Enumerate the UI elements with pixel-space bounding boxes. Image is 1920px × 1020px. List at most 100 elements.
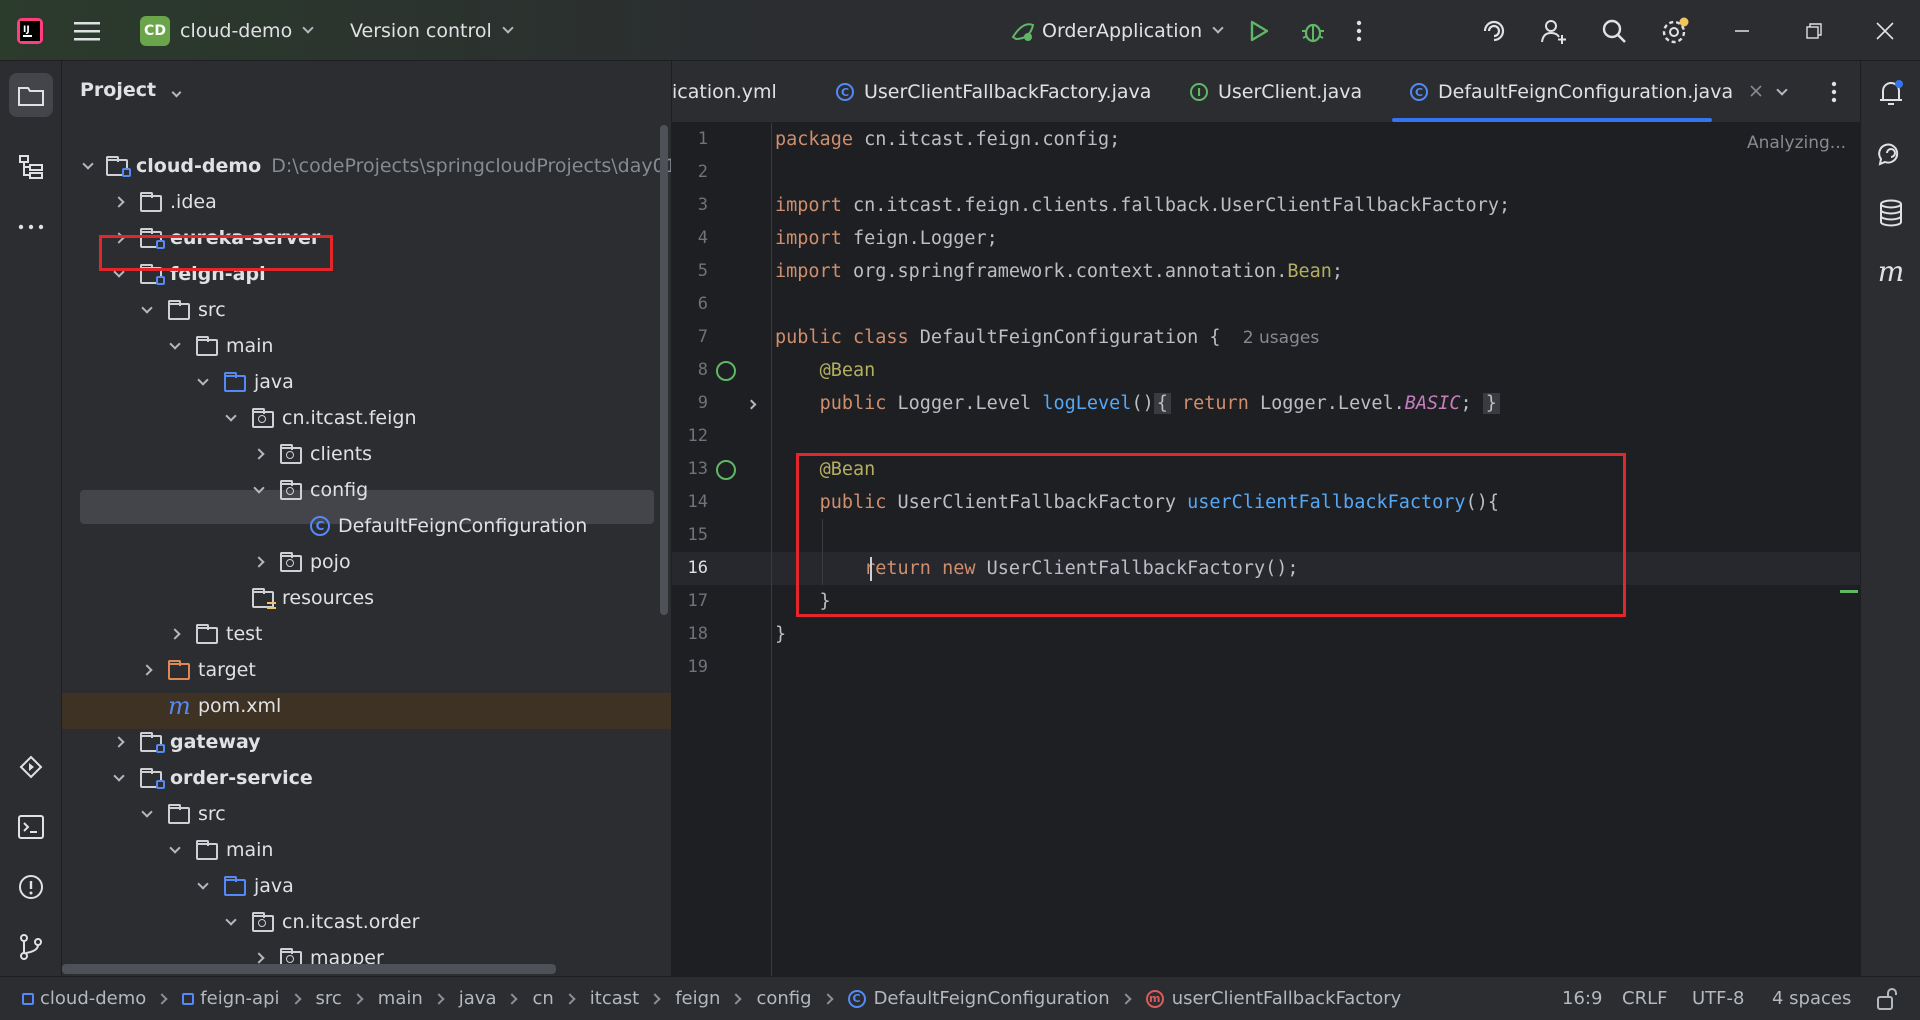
restore-button[interactable] (1806, 0, 1822, 61)
breadcrumb-item[interactable]: itcast (590, 988, 639, 1009)
chevron-down-icon[interactable] (197, 374, 209, 386)
caret-position[interactable]: 16:9 (1562, 988, 1602, 1009)
breadcrumb-item[interactable]: cloud-demo (40, 988, 146, 1009)
ai-chat-tool-button[interactable] (1860, 129, 1920, 177)
chevron-down-icon[interactable] (253, 482, 265, 494)
horizontal-scrollbar[interactable] (62, 964, 556, 974)
breadcrumb-item[interactable]: feign (675, 988, 720, 1009)
breadcrumb-item[interactable]: DefaultFeignConfiguration (874, 988, 1110, 1009)
chevron-down-icon[interactable] (141, 806, 153, 818)
breadcrumb-item[interactable]: src (316, 988, 342, 1009)
file-encoding[interactable]: UTF-8 (1692, 988, 1744, 1009)
tree-item-main[interactable]: main (62, 328, 671, 364)
tab-list-dropdown[interactable] (1776, 61, 1788, 122)
chevron-right-icon[interactable] (169, 628, 181, 640)
tree-item-clients[interactable]: clients (62, 436, 671, 472)
indent-setting[interactable]: 4 spaces (1772, 988, 1851, 1009)
services-tool-button[interactable] (0, 743, 62, 791)
usages-hint[interactable]: 2 usages (1243, 328, 1319, 348)
chevron-right-icon[interactable] (113, 736, 125, 748)
chevron-down-icon[interactable] (169, 842, 181, 854)
chevron-down-icon[interactable] (225, 410, 237, 422)
add-user-icon[interactable] (1540, 0, 1568, 61)
ai-assistant-icon[interactable] (1480, 0, 1508, 61)
problems-tool-button[interactable] (0, 863, 62, 911)
run-button[interactable] (1248, 0, 1270, 61)
breadcrumb-item[interactable]: config (756, 988, 811, 1009)
maven-tool-button[interactable]: m (1860, 247, 1920, 295)
chevron-down-icon[interactable] (113, 770, 125, 782)
breadcrumb-item[interactable]: cn (532, 988, 553, 1009)
bean-gutter-icon[interactable] (716, 460, 736, 480)
code-editor[interactable]: 1 2 3 4 5 6 7 8 9 12 13 14 15 16 17 18 1… (672, 123, 1860, 976)
tree-item-pojo[interactable]: pojo (62, 544, 671, 580)
breadcrumb-item[interactable]: main (378, 988, 423, 1009)
project-tool-button[interactable] (0, 71, 62, 119)
vcs-menu[interactable]: Version control (350, 0, 514, 61)
breadcrumb-item[interactable]: userClientFallbackFactory (1172, 988, 1402, 1009)
settings-gear-icon[interactable] (1660, 0, 1690, 61)
notifications-tool-button[interactable] (1860, 69, 1920, 117)
run-config-selector[interactable]: OrderApplication (1010, 0, 1224, 61)
search-icon[interactable] (1600, 0, 1628, 61)
tab-default-feign-configuration[interactable]: C DefaultFeignConfiguration.java (1410, 61, 1763, 122)
chevron-down-icon[interactable] (169, 338, 181, 350)
chevron-down-icon[interactable] (197, 878, 209, 890)
database-tool-button[interactable] (1860, 189, 1920, 237)
tab-user-client-fallback-factory[interactable]: C UserClientFallbackFactory.java (836, 61, 1151, 122)
tree-item-target[interactable]: target (62, 652, 671, 688)
chevron-right-icon[interactable] (141, 664, 153, 676)
tree-item-cloud-demo[interactable]: cloud-demo D:\codeProjects\springcloudPr… (62, 148, 671, 184)
fold-chevron-right-icon[interactable] (746, 399, 757, 410)
debug-button[interactable] (1300, 0, 1326, 61)
terminal-tool-button[interactable] (0, 803, 62, 851)
vertical-scrollbar[interactable] (660, 125, 668, 615)
bug-icon (1302, 23, 1324, 42)
tree-item-src[interactable]: src (62, 292, 671, 328)
bean-gutter-icon[interactable] (716, 361, 736, 381)
services-icon (19, 755, 43, 779)
chevron-right-icon[interactable] (113, 196, 125, 208)
chevron-down-icon[interactable] (82, 158, 94, 170)
tree-item-src[interactable]: src (62, 796, 671, 832)
tree-label: test (226, 623, 263, 645)
tree-item-package[interactable]: cn.itcast.feign (62, 400, 671, 436)
project-panel-header[interactable]: Project (80, 79, 182, 101)
tree-item-main[interactable]: main (62, 832, 671, 868)
module-icon (22, 992, 34, 1005)
tab-application-yml[interactable]: ication.yml (672, 61, 777, 122)
tree-item-test[interactable]: test (62, 616, 671, 652)
breadcrumb-item[interactable]: java (459, 988, 497, 1009)
chevron-right-icon[interactable] (253, 448, 265, 460)
close-tab-icon[interactable] (1749, 81, 1763, 103)
chevron-right-icon[interactable] (253, 952, 265, 964)
tree-item-idea[interactable]: .idea (62, 184, 671, 220)
tree-item-package[interactable]: cn.itcast.order (62, 904, 671, 940)
tree-item-config[interactable]: config (62, 472, 671, 508)
tree-item-java[interactable]: java (62, 868, 671, 904)
structure-tool-button[interactable] (0, 143, 62, 191)
chevron-down-icon[interactable] (141, 302, 153, 314)
chevron-down-icon[interactable] (225, 914, 237, 926)
breadcrumb-item[interactable]: feign-api (200, 988, 279, 1009)
tree-item-default-feign-configuration[interactable]: C DefaultFeignConfiguration (62, 508, 671, 544)
git-tool-button[interactable] (0, 923, 62, 971)
tab-user-client[interactable]: I UserClient.java (1190, 61, 1362, 122)
close-button[interactable] (1876, 0, 1894, 61)
unlock-icon[interactable] (1876, 987, 1898, 1016)
tree-item-resources[interactable]: resources (62, 580, 671, 616)
tree-item-pom-xml[interactable]: m pom.xml (62, 688, 671, 724)
line-separator[interactable]: CRLF (1622, 988, 1667, 1009)
tree-item-order-service[interactable]: order-service (62, 760, 671, 796)
more-actions-icon[interactable] (1355, 0, 1363, 61)
main-menu-icon[interactable] (74, 0, 100, 61)
tree-item-gateway[interactable]: gateway (62, 724, 671, 760)
tree-item-java[interactable]: java (62, 364, 671, 400)
method-icon: m (1145, 989, 1164, 1008)
chevron-right-icon[interactable] (253, 556, 265, 568)
more-tools-icon[interactable] (0, 203, 62, 251)
app-logo-icon[interactable]: IJ (16, 0, 44, 61)
minimize-button[interactable] (1734, 0, 1750, 61)
project-switcher[interactable]: CD cloud-demo (140, 0, 314, 61)
tab-options-icon[interactable] (1830, 61, 1838, 122)
